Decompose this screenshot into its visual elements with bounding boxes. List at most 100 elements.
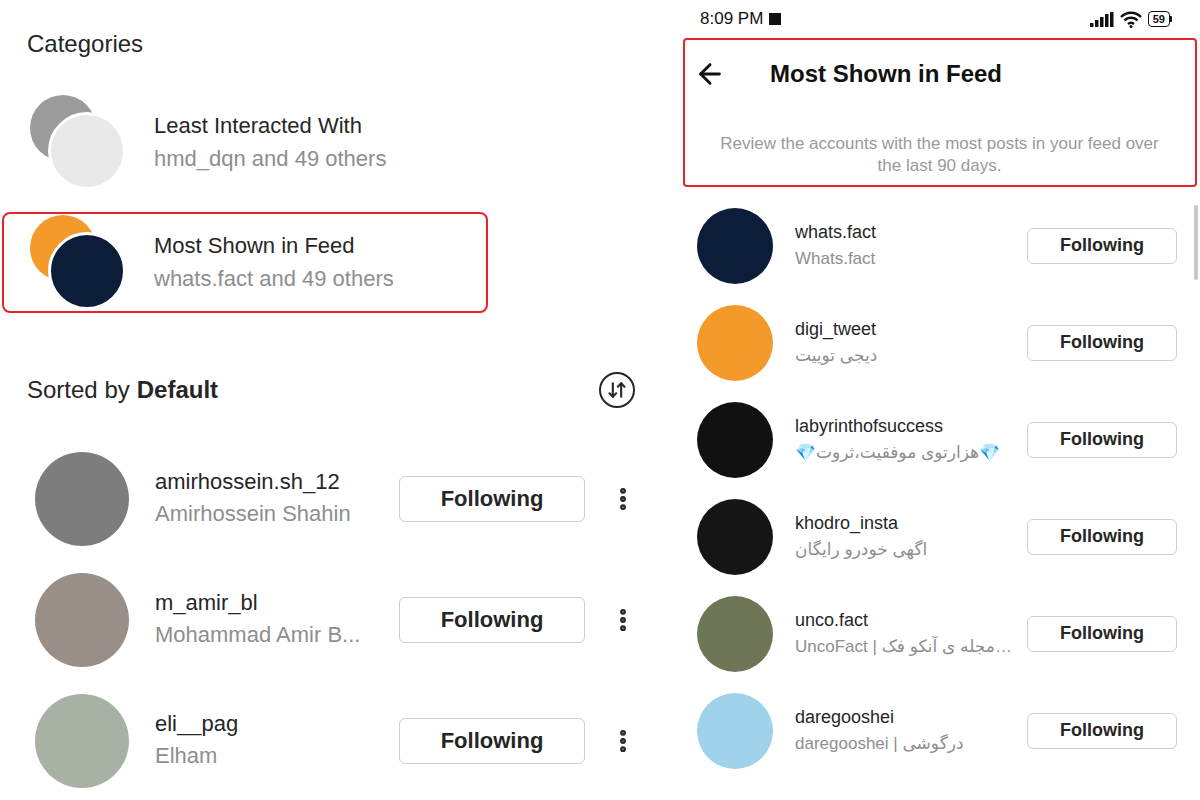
more-icon	[609, 485, 637, 513]
account-row: amirhossein.sh_12 Amirhossein Shahin Follo…	[0, 438, 660, 559]
more-icon	[609, 727, 637, 755]
avatar[interactable]	[697, 208, 773, 284]
account-name: دیجی توییت	[795, 344, 1019, 368]
status-right: 59	[1090, 11, 1172, 28]
avatar[interactable]	[35, 452, 129, 546]
account-username[interactable]: eli__pag	[155, 710, 391, 738]
account-name: Amirhossein Shahin	[155, 499, 391, 529]
account-username[interactable]: amirhossein.sh_12	[155, 468, 391, 496]
following-button[interactable]: Following	[399, 476, 585, 522]
feed-account-row: whats.fact Whats.fact Following	[660, 197, 1200, 294]
phone-screen: 8:09 PM 59 Most Shown in Feed Review the ac…	[660, 0, 1200, 800]
header-title: Most Shown in Feed	[770, 60, 1002, 88]
avatar-stack	[30, 215, 125, 310]
sort-icon	[607, 380, 627, 400]
sort-button[interactable]	[599, 372, 635, 408]
account-list: amirhossein.sh_12 Amirhossein Shahin Follo…	[0, 438, 660, 800]
account-text: amirhossein.sh_12 Amirhossein Shahin	[155, 468, 391, 529]
account-text: whats.fact Whats.fact	[795, 220, 1019, 271]
status-bar: 8:09 PM 59	[660, 0, 1200, 38]
account-text: eli__pag Elham	[155, 710, 391, 771]
avatar[interactable]	[697, 693, 773, 769]
account-username[interactable]: daregooshei	[795, 705, 1019, 729]
avatar[interactable]	[697, 596, 773, 672]
avatar	[48, 232, 126, 310]
account-text: unco.fact UncoFact | مجله ی آنکو فک…	[795, 608, 1019, 659]
battery-level: 59	[1148, 11, 1170, 27]
account-username[interactable]: unco.fact	[795, 608, 1019, 632]
category-title: Most Shown in Feed	[154, 231, 394, 261]
status-time: 8:09 PM	[700, 9, 763, 29]
avatar	[48, 112, 126, 190]
more-icon	[609, 606, 637, 634]
feed-account-row: khodro_insta اگهی خودرو رایگان Following	[660, 488, 1200, 585]
category-row[interactable]: Least Interacted Withhmd_dqn and 49 othe…	[2, 92, 488, 193]
account-name: 💎هزارتوی موفقیت،ثروت💎	[795, 441, 1019, 465]
sort-value: Default	[137, 373, 218, 407]
account-text: digi_tweet دیجی توییت	[795, 317, 1019, 368]
account-name: Whats.fact	[795, 247, 1019, 271]
status-left: 8:09 PM	[700, 9, 781, 29]
account-text: labyrinthofsuccess 💎هزارتوی موفقیت،ثروت💎	[795, 414, 1019, 465]
account-username[interactable]: labyrinthofsuccess	[795, 414, 1019, 438]
account-name: daregooshei | درگوشی	[795, 732, 1019, 756]
avatar[interactable]	[697, 402, 773, 478]
account-username[interactable]: digi_tweet	[795, 317, 1019, 341]
categories-title: Categories	[0, 0, 660, 61]
account-text: daregooshei daregooshei | درگوشی	[795, 705, 1019, 756]
avatar[interactable]	[35, 694, 129, 788]
account-username[interactable]: khodro_insta	[795, 511, 1019, 535]
feed-account-row: labyrinthofsuccess 💎هزارتوی موفقیت،ثروت💎 F…	[660, 391, 1200, 488]
account-row: m_amir_bl Mohammad Amir B... Following	[0, 559, 660, 680]
following-button[interactable]: Following	[1027, 713, 1177, 749]
avatar[interactable]	[697, 305, 773, 381]
back-button[interactable]	[694, 58, 726, 90]
account-text: khodro_insta اگهی خودرو رایگان	[795, 511, 1019, 562]
category-row[interactable]: Most Shown in Feedwhats.fact and 49 othe…	[2, 212, 488, 313]
avatar[interactable]	[35, 573, 129, 667]
header-bar: Most Shown in Feed	[694, 48, 1185, 100]
following-button[interactable]: Following	[1027, 228, 1177, 264]
account-username[interactable]: m_amir_bl	[155, 589, 391, 617]
avatar[interactable]	[697, 499, 773, 575]
page: Categories Least Interacted Withhmd_dqn a…	[0, 0, 1200, 800]
more-button[interactable]	[609, 485, 637, 513]
following-button[interactable]: Following	[1027, 325, 1177, 361]
category-subtitle: whats.fact and 49 others	[154, 264, 394, 294]
back-arrow-icon	[694, 58, 726, 90]
following-button[interactable]: Following	[1027, 519, 1177, 555]
avatar-stack	[30, 95, 125, 190]
account-name: Mohammad Amir B...	[155, 620, 391, 650]
account-text: m_amir_bl Mohammad Amir B...	[155, 589, 391, 650]
header: Most Shown in Feed Review the accounts wi…	[683, 38, 1197, 187]
header-description: Review the accounts with the most posts …	[712, 133, 1167, 177]
category-title: Least Interacted With	[154, 111, 386, 141]
following-button[interactable]: Following	[1027, 422, 1177, 458]
wifi-icon	[1120, 11, 1142, 28]
feed-account-list: whats.fact Whats.fact Following digi_tweet د…	[660, 197, 1200, 779]
category-text: Most Shown in Feedwhats.fact and 49 othe…	[154, 231, 394, 294]
account-username[interactable]: whats.fact	[795, 220, 1019, 244]
category-subtitle: hmd_dqn and 49 others	[154, 144, 386, 174]
following-button[interactable]: Following	[399, 718, 585, 764]
following-button[interactable]: Following	[1027, 616, 1177, 652]
sort-bar: Sorted byDefault	[0, 328, 660, 408]
account-name: UncoFact | مجله ی آنکو فک…	[795, 635, 1019, 659]
feed-account-row: digi_tweet دیجی توییت Following	[660, 294, 1200, 391]
more-button[interactable]	[609, 606, 637, 634]
category-text: Least Interacted Withhmd_dqn and 49 othe…	[154, 111, 386, 174]
category-list: Least Interacted Withhmd_dqn and 49 othe…	[0, 92, 660, 313]
feed-account-row: unco.fact UncoFact | مجله ی آنکو فک… Follo…	[660, 585, 1200, 682]
battery-icon: 59	[1148, 11, 1172, 27]
following-panel: Categories Least Interacted Withhmd_dqn a…	[0, 0, 660, 800]
more-button[interactable]	[609, 727, 637, 755]
account-name: اگهی خودرو رایگان	[795, 538, 1019, 562]
scrollbar[interactable]	[1194, 205, 1198, 280]
signal-icon	[1090, 12, 1114, 27]
sort-label: Sorted byDefault	[27, 373, 218, 407]
feed-account-row: daregooshei daregooshei | درگوشی Following	[660, 682, 1200, 779]
following-button[interactable]: Following	[399, 597, 585, 643]
account-name: Elham	[155, 741, 391, 771]
notification-icon	[769, 13, 781, 25]
account-row: eli__pag Elham Following	[0, 680, 660, 800]
